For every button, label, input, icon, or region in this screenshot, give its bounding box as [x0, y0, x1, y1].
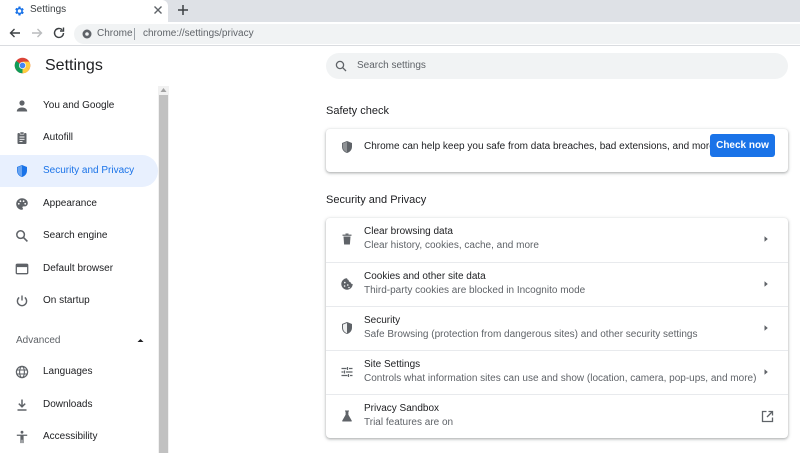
chevron-right-icon	[764, 236, 768, 242]
sidebar-item-label: Autofill	[43, 132, 74, 143]
trash-icon	[342, 233, 352, 245]
omnibox-separator	[134, 28, 135, 40]
sidebar-item-appearance[interactable]: Appearance	[0, 188, 158, 220]
power-icon	[16, 295, 28, 307]
download-icon	[17, 399, 27, 411]
sidebar-item-label: Languages	[43, 366, 93, 377]
reload-icon[interactable]	[52, 26, 66, 40]
chevron-right-icon	[764, 281, 768, 287]
sidebar-item-label: Appearance	[43, 198, 97, 209]
palette-icon	[16, 198, 28, 210]
back-icon[interactable]	[8, 26, 22, 40]
search-settings-input[interactable]: Search settings	[326, 53, 788, 79]
safety-check-description: Chrome can help keep you safe from data …	[364, 141, 715, 152]
sidebar-item-languages[interactable]: Languages	[0, 356, 158, 388]
row-title: Clear browsing data	[364, 226, 453, 237]
clipboard-icon	[17, 131, 27, 144]
shield-icon	[342, 322, 352, 334]
sidebar-item-label: On startup	[43, 295, 90, 306]
row-title: Privacy Sandbox	[364, 403, 440, 414]
url-text: chrome://settings/privacy	[143, 28, 254, 39]
security-privacy-heading: Security and Privacy	[326, 194, 427, 206]
sidebar-item-downloads[interactable]: Downloads	[0, 389, 158, 421]
tab-strip: Settings	[0, 0, 800, 22]
row-subtitle: Trial features are on	[364, 417, 454, 428]
open-in-new-icon[interactable]	[761, 410, 774, 423]
chrome-page-icon	[82, 29, 92, 39]
scroll-up-arrow-icon[interactable]	[160, 87, 167, 93]
browser-window-icon	[15, 263, 29, 275]
chevron-right-icon	[764, 325, 768, 331]
person-icon	[16, 100, 28, 112]
scrollbar-thumb[interactable]	[159, 95, 168, 453]
sidebar-item-label: Accessibility	[43, 431, 98, 442]
search-placeholder: Search settings	[357, 60, 426, 71]
safety-check-card: Chrome can help keep you safe from data …	[326, 129, 788, 172]
row-title: Security	[364, 315, 401, 326]
flask-icon	[342, 410, 352, 422]
row-title: Site Settings	[364, 359, 421, 370]
address-bar[interactable]: Chrome chrome://settings/privacy	[74, 24, 800, 44]
sidebar-item-on-startup[interactable]: On startup	[0, 285, 158, 317]
advanced-section-toggle[interactable]: Advanced	[16, 335, 60, 346]
browser-toolbar: Chrome chrome://settings/privacy	[0, 22, 800, 46]
search-icon	[16, 230, 28, 242]
row-site-settings[interactable]: Site Settings Controls what information …	[326, 350, 788, 394]
sidebar-scrollbar[interactable]	[158, 86, 169, 453]
row-subtitle: Clear history, cookies, cache, and more	[364, 240, 539, 251]
close-icon[interactable]	[151, 3, 165, 17]
cookie-icon	[341, 278, 353, 290]
new-tab-icon[interactable]	[176, 3, 190, 17]
sidebar-item-label: Search engine	[43, 230, 108, 241]
gear-icon	[15, 6, 24, 16]
sidebar-item-label: You and Google	[43, 100, 115, 111]
row-subtitle: Controls what information sites can use …	[364, 373, 757, 384]
sidebar-item-label: Default browser	[43, 263, 114, 274]
row-title: Cookies and other site data	[364, 271, 486, 282]
row-security[interactable]: Security Safe Browsing (protection from …	[326, 306, 788, 350]
check-now-button[interactable]: Check now	[710, 134, 775, 157]
tab-settings[interactable]: Settings	[0, 0, 168, 22]
chevron-right-icon	[764, 369, 768, 375]
sidebar-item-autofill[interactable]: Autofill	[0, 122, 158, 154]
row-subtitle: Safe Browsing (protection from dangerous…	[364, 329, 698, 340]
sidebar-item-you-and-google[interactable]: You and Google	[0, 90, 158, 122]
sidebar-item-default-browser[interactable]: Default browser	[0, 253, 158, 285]
search-icon	[335, 60, 347, 72]
tune-icon	[341, 367, 353, 377]
row-subtitle: Third-party cookies are blocked in Incog…	[364, 285, 586, 296]
sidebar-item-search-engine[interactable]: Search engine	[0, 220, 158, 252]
safety-check-heading: Safety check	[326, 105, 389, 117]
accessibility-icon	[16, 430, 28, 444]
globe-icon	[15, 365, 29, 379]
row-privacy-sandbox[interactable]: Privacy Sandbox Trial features are on	[326, 394, 788, 438]
sidebar-item-accessibility[interactable]: Accessibility	[0, 421, 158, 453]
caret-up-icon[interactable]	[136, 336, 145, 345]
sidebar-item-security-and-privacy[interactable]: Security and Privacy	[0, 155, 158, 187]
omnibox-chrome-label: Chrome	[97, 28, 133, 39]
shield-check-icon	[342, 141, 352, 153]
forward-icon[interactable]	[30, 26, 44, 40]
chrome-logo-icon	[14, 57, 31, 74]
security-privacy-card: Clear browsing data Clear history, cooki…	[326, 218, 788, 438]
sidebar-item-label: Security and Privacy	[43, 165, 135, 176]
shield-icon	[17, 165, 27, 177]
tab-title: Settings	[30, 4, 67, 15]
row-clear-browsing-data[interactable]: Clear browsing data Clear history, cooki…	[326, 218, 788, 262]
page-title: Settings	[45, 57, 103, 74]
sidebar-item-label: Downloads	[43, 399, 93, 410]
row-cookies-and-site-data[interactable]: Cookies and other site data Third-party …	[326, 262, 788, 306]
